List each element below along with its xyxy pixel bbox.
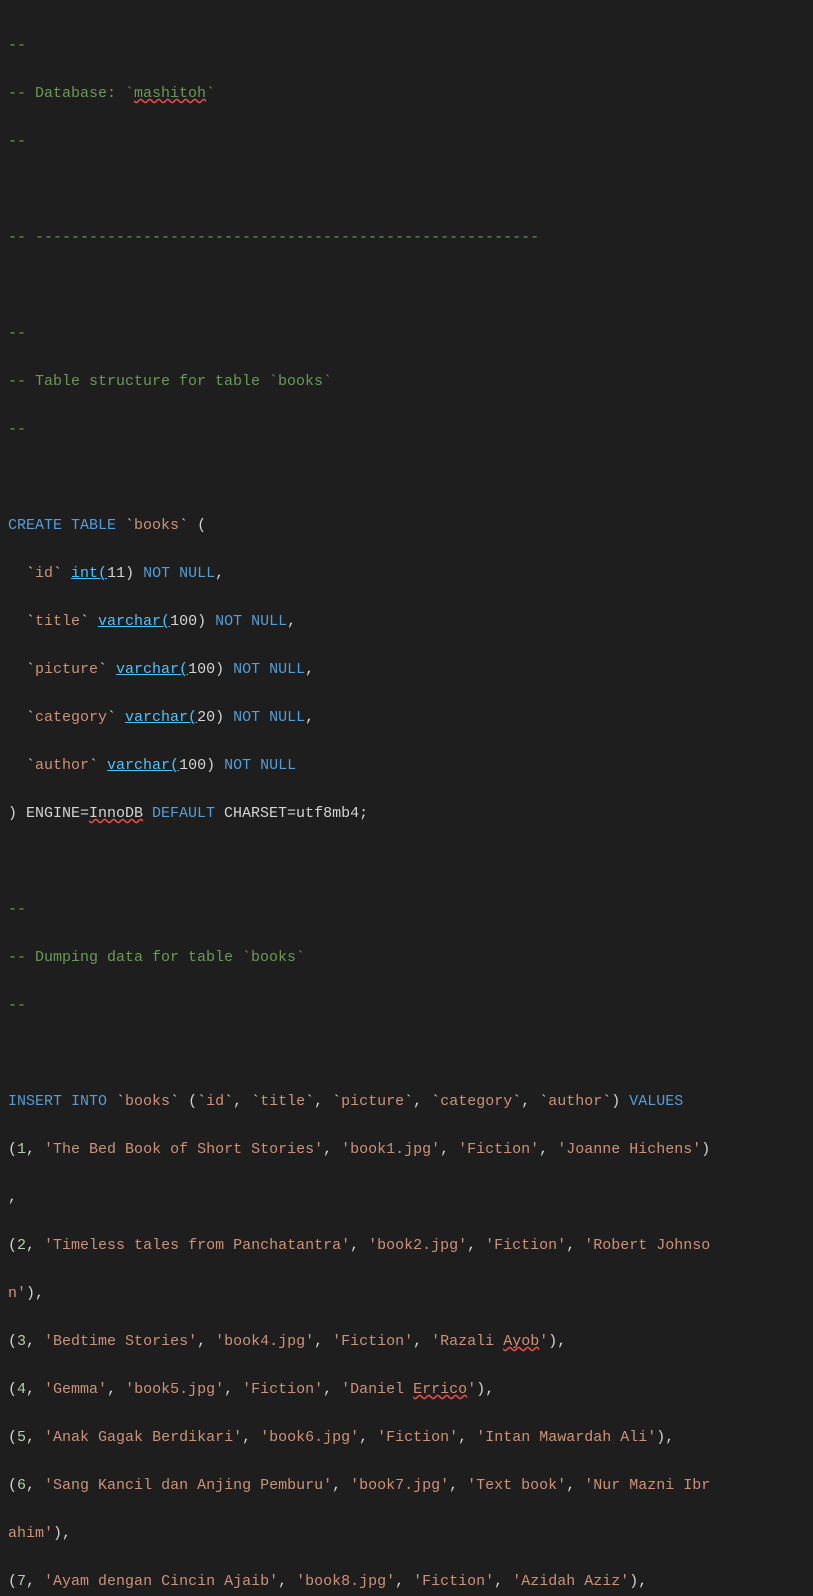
code-line: (3, 'Bedtime Stories', 'book4.jpg', 'Fic… [8,1330,813,1354]
code-line: CREATE TABLE `books` ( [8,514,813,538]
code-line: -- Table structure for table `books` [8,370,813,394]
code-line: -- [8,418,813,442]
code-line [8,274,813,298]
code-line: ahim'), [8,1522,813,1546]
code-line [8,850,813,874]
code-line: -- Dumping data for table `books` [8,946,813,970]
code-line: n'), [8,1282,813,1306]
code-line: (6, 'Sang Kancil dan Anjing Pemburu', 'b… [8,1474,813,1498]
sql-code-editor[interactable]: -- -- Database: `mashitoh` -- -- -------… [0,0,813,1596]
code-line: (5, 'Anak Gagak Berdikari', 'book6.jpg',… [8,1426,813,1450]
code-line: -- -------------------------------------… [8,226,813,250]
code-line: (4, 'Gemma', 'book5.jpg', 'Fiction', 'Da… [8,1378,813,1402]
code-line: ) ENGINE=InnoDB DEFAULT CHARSET=utf8mb4; [8,802,813,826]
code-line: -- Database: `mashitoh` [8,82,813,106]
code-line: , [8,1186,813,1210]
code-line: `category` varchar(20) NOT NULL, [8,706,813,730]
code-line: `id` int(11) NOT NULL, [8,562,813,586]
code-line [8,1042,813,1066]
code-line: -- [8,130,813,154]
code-line [8,178,813,202]
code-line: (1, 'The Bed Book of Short Stories', 'bo… [8,1138,813,1162]
code-line: INSERT INTO `books` (`id`, `title`, `pic… [8,1090,813,1114]
code-line: `author` varchar(100) NOT NULL [8,754,813,778]
code-line [8,466,813,490]
code-line: -- [8,34,813,58]
code-line: -- [8,898,813,922]
code-line: -- [8,994,813,1018]
code-line: `picture` varchar(100) NOT NULL, [8,658,813,682]
code-line: (2, 'Timeless tales from Panchatantra', … [8,1234,813,1258]
code-line: (7, 'Ayam dengan Cincin Ajaib', 'book8.j… [8,1570,813,1594]
code-line: `title` varchar(100) NOT NULL, [8,610,813,634]
code-line: -- [8,322,813,346]
